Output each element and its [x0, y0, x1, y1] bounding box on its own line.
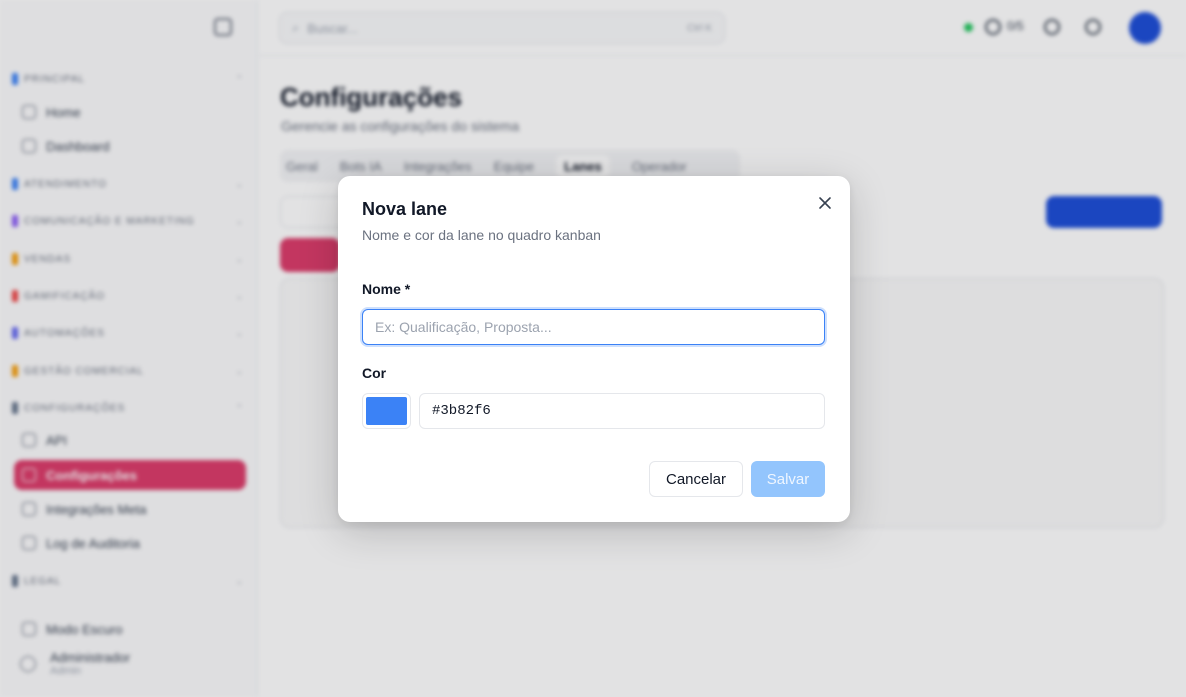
color-picker[interactable]: [362, 393, 411, 429]
close-button[interactable]: [814, 192, 836, 214]
cancel-button[interactable]: Cancelar: [649, 461, 743, 497]
color-label: Cor: [362, 365, 387, 381]
dialog-description: Nome e cor da lane no quadro kanban: [362, 227, 601, 243]
new-lane-dialog: Nova lane Nome e cor da lane no quadro k…: [338, 176, 850, 522]
lane-name-input[interactable]: [362, 309, 825, 345]
color-hex-input[interactable]: [419, 393, 825, 429]
save-button[interactable]: Salvar: [751, 461, 825, 497]
name-label: Nome *: [362, 281, 411, 297]
dialog-title: Nova lane: [362, 199, 448, 219]
color-preview: [366, 397, 407, 425]
close-icon: [819, 197, 831, 209]
